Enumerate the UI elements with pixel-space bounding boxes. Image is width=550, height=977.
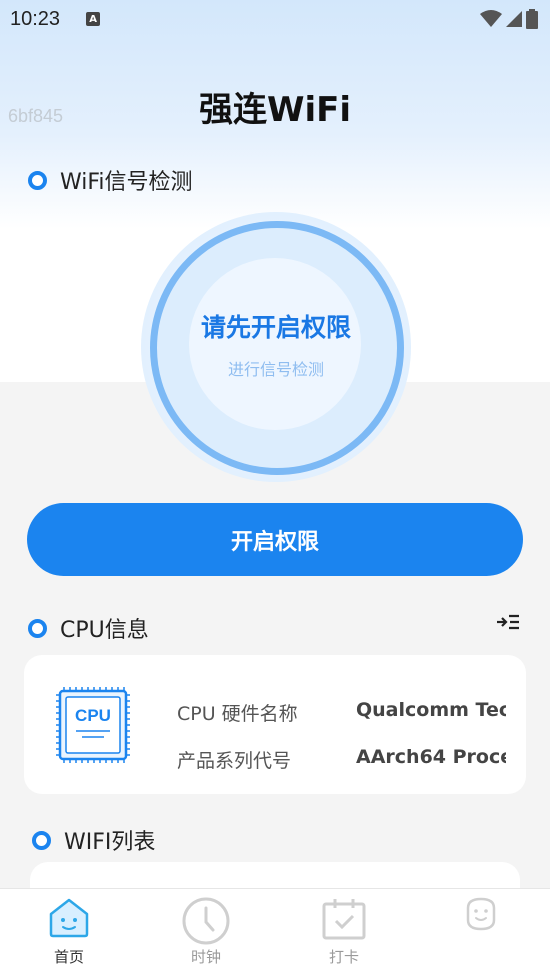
nav-label-home: 首页 [53,948,84,966]
nav-item-clock[interactable]: 时钟 [137,889,275,977]
cpu-info-value: Qualcomm Technologies [356,699,506,721]
cpu-section-title: CPU信息 [60,618,149,643]
notification-icon: A [86,12,101,26]
nav-item-profile[interactable] [412,889,550,977]
cpu-chip-label: CPU [75,706,111,725]
cpu-info-label: 产品系列代号 [177,750,292,772]
signal-section-title: WiFi信号检测 [60,170,193,195]
signal-gauge-subtitle: 进行信号检测 [227,360,324,379]
section-bullet-icon [32,830,51,850]
collapse-icon[interactable] [496,613,520,635]
smiley-face-icon [466,897,496,931]
cpu-section-header: CPU信息 [28,612,149,644]
cpu-info-row: 产品系列代号 AArch64 Processor [177,746,506,773]
app-title: 强连WiFi [198,90,352,130]
nav-label-checkin: 打卡 [328,948,359,966]
signal-icon [506,11,522,27]
cpu-chip-icon: CPU [54,685,132,769]
wifi-list-section-title: WIFI列表 [64,830,156,855]
cpu-info-label: CPU 硬件名称 [177,703,298,725]
nav-item-checkin[interactable]: 打卡 [275,889,413,977]
cpu-info-value: AArch64 Processor [356,746,506,768]
bottom-nav: 首页 时钟 打卡 [0,888,550,977]
clock-icon [182,897,230,945]
enable-permission-button[interactable]: 开启权限 [27,503,523,576]
status-time: 10:23 [10,7,61,30]
section-bullet-icon [28,170,47,190]
wifi-icon [480,10,502,27]
wifi-list-section-header: WIFI列表 [32,824,155,856]
battery-icon [526,9,538,29]
cpu-info-card: CPU CPU 硬件名称 Qualcomm Technologies 产品系列代… [24,655,526,794]
status-icons [480,9,538,29]
home-face-icon [49,898,89,938]
signal-section-header: WiFi信号检测 [28,164,193,196]
cpu-info-row: CPU 硬件名称 Qualcomm Technologies [177,699,506,726]
status-bar: 10:23 A [0,0,550,38]
nav-label-clock: 时钟 [190,948,221,966]
nav-item-home[interactable]: 首页 [0,889,138,977]
calendar-check-icon [322,899,366,940]
signal-gauge-center[interactable] [189,258,361,430]
section-bullet-icon [28,618,47,638]
signal-gauge-title: 请先开启权限 [200,313,351,342]
